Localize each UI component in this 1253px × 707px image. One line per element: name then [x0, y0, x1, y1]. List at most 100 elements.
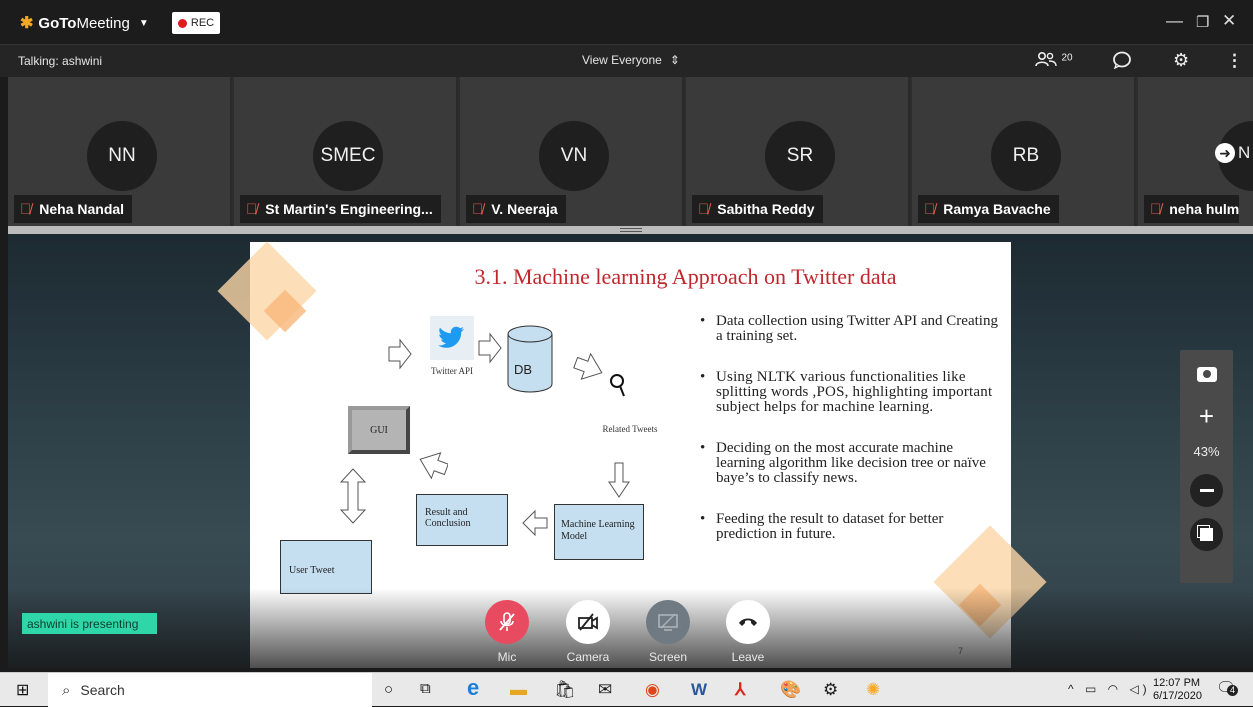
mail-button[interactable]: ✉ — [598, 680, 612, 700]
slide-decoration — [217, 241, 317, 341]
participant-tile[interactable]: SR 🎙̸ Sabitha Reddy — [686, 77, 910, 227]
participant-name: V. Neeraja — [491, 201, 558, 217]
mic-muted-icon: 🎙̸ — [698, 200, 710, 218]
action-center-button[interactable]: 🗨 4 — [1216, 678, 1240, 702]
people-icon — [1035, 51, 1057, 67]
zoom-in-button[interactable]: + — [1190, 400, 1223, 433]
app-menu[interactable]: ✱ GoToMeeting ▼ — [20, 12, 149, 34]
participant-tile[interactable]: NN 🎙̸ Neha Nandal — [8, 77, 232, 227]
gotomeeting-taskbar-button[interactable]: ✺ — [866, 680, 880, 700]
cortana-button[interactable]: ○ — [384, 681, 393, 698]
search-icon: ⌕ — [62, 681, 71, 699]
camera-button[interactable] — [566, 600, 610, 644]
next-participants-button[interactable]: ➜ — [1215, 143, 1235, 163]
slide-bullet: Deciding on the most accurate machine le… — [700, 441, 1000, 486]
view-label: View Everyone — [582, 53, 662, 67]
title-bar: ✱ GoToMeeting ▼ REC — ❐ ✕ — [0, 0, 1253, 44]
minus-icon — [1199, 489, 1214, 492]
ml-model-label: Machine Learning Model — [561, 519, 635, 542]
camera-off-icon — [578, 613, 598, 631]
status-bar: Talking: ashwini View Everyone ⇕ 20 ⚙ ⋮ — [0, 44, 1253, 77]
clock-time: 12:07 PM — [1153, 677, 1201, 689]
app-name-meeting: Meeting — [76, 14, 130, 32]
restore-button[interactable]: ❐ — [1196, 13, 1209, 31]
result-conclusion-box: Result and Conclusion — [416, 494, 508, 546]
mic-muted-icon — [499, 612, 515, 631]
next-avatar-initial: N — [1238, 143, 1251, 162]
leave-label: Leave — [731, 650, 765, 664]
participant-nametag: 🎙̸ neha hulm — [1144, 195, 1240, 223]
file-explorer-button[interactable]: ▬ — [510, 680, 527, 700]
chat-button[interactable] — [1112, 51, 1132, 74]
start-button[interactable]: ⊞ — [16, 680, 29, 700]
pdf-icon: ⅄ — [735, 680, 746, 699]
slide-bullet: Feeding the result to dataset for better… — [700, 512, 1000, 542]
close-button[interactable]: ✕ — [1222, 11, 1236, 31]
talking-indicator: Talking: ashwini — [18, 54, 103, 68]
database-cylinder — [507, 325, 553, 393]
more-options-button[interactable]: ⋮ — [1226, 51, 1243, 71]
participant-nametag: 🎙̸ Ramya Bavache — [918, 195, 1059, 223]
screenshot-button[interactable] — [1190, 358, 1223, 391]
camera-label: Camera — [566, 650, 610, 664]
search-placeholder: Search — [80, 682, 125, 698]
avatar: NN — [87, 121, 157, 191]
user-tweet-box: User Tweet — [280, 540, 372, 594]
taskbar-clock[interactable]: 12:07 PM 6/17/2020 — [1153, 677, 1202, 703]
attendees-button[interactable]: 20 — [1035, 51, 1073, 72]
view-everyone-selector[interactable]: View Everyone ⇕ — [582, 53, 680, 67]
participant-name: Neha Nandal — [39, 201, 125, 217]
participant-nametag: 🎙̸ St Martin's Engineering... — [240, 195, 441, 223]
participant-nametag: 🎙̸ Sabitha Reddy — [692, 195, 823, 223]
acrobat-button[interactable]: ⅄ — [735, 680, 745, 700]
fit-screen-button[interactable] — [1190, 518, 1223, 551]
screen-share-button[interactable] — [646, 600, 690, 644]
block-arrow-diagonal-icon — [573, 352, 603, 380]
participant-tile[interactable]: VN 🎙̸ V. Neeraja — [460, 77, 684, 227]
participant-count: 20 — [1061, 52, 1073, 64]
participant-tile[interactable]: RB 🎙̸ Ramya Bavache — [912, 77, 1136, 227]
recording-badge[interactable]: REC — [172, 12, 220, 34]
mic-muted-icon: 🎙̸ — [1150, 200, 1162, 218]
avatar: SMEC — [313, 121, 383, 191]
store-button[interactable]: 🛍 — [554, 680, 576, 700]
block-arrow-right-icon — [388, 338, 412, 370]
participant-name: Sabitha Reddy — [717, 201, 815, 217]
gui-box: GUI — [348, 406, 410, 454]
slide-bullet: Using NLTK various functionalities like … — [700, 370, 1000, 415]
block-arrow-down-icon — [608, 462, 630, 498]
participant-tile[interactable]: SMEC 🎙̸ St Martin's Engineering... — [234, 77, 458, 227]
shopping-bag-icon: 🛍 — [554, 680, 576, 699]
gear-icon: ⚙ — [1173, 50, 1190, 70]
edge-browser-button[interactable]: e — [467, 675, 479, 701]
task-view-button[interactable]: ⧉ — [420, 680, 431, 697]
avatar: VN — [539, 121, 609, 191]
leave-button[interactable] — [726, 600, 770, 644]
minimize-button[interactable]: — — [1166, 11, 1183, 31]
paint-icon: 🎨 — [780, 680, 802, 699]
paint-button[interactable]: 🎨 — [780, 680, 801, 700]
clock-date: 6/17/2020 — [1153, 690, 1202, 702]
block-arrow-left-icon — [522, 510, 548, 536]
participant-tile[interactable]: 🎙̸ neha hulm — [1138, 77, 1253, 227]
screen-label: Screen — [648, 650, 688, 664]
system-tray-icons[interactable]: ^ ▭ ◠ ◁) — [1068, 682, 1151, 696]
twitter-api-label: Twitter API — [430, 366, 474, 376]
twitter-logo — [430, 316, 474, 360]
chrome-button[interactable]: ◉ — [645, 680, 660, 700]
edge-icon: e — [467, 675, 480, 700]
folder-icon: ▬ — [510, 680, 527, 699]
cortana-circle-icon: ○ — [384, 681, 394, 698]
resize-grip-icon[interactable] — [620, 228, 642, 232]
settings-taskbar-button[interactable]: ⚙ — [823, 680, 838, 700]
taskbar-search-box[interactable]: ⌕ Search — [48, 673, 372, 707]
settings-button[interactable]: ⚙ — [1173, 50, 1189, 71]
zoom-out-button[interactable] — [1190, 474, 1223, 507]
db-label: DB — [514, 362, 533, 377]
mic-button[interactable] — [485, 600, 529, 644]
mic-muted-icon: 🎙̸ — [924, 200, 936, 218]
block-arrow-updown-icon — [340, 468, 366, 524]
user-tweet-label: User Tweet — [289, 565, 335, 576]
word-button[interactable]: W — [691, 680, 707, 700]
twitter-bird-icon — [438, 326, 464, 348]
